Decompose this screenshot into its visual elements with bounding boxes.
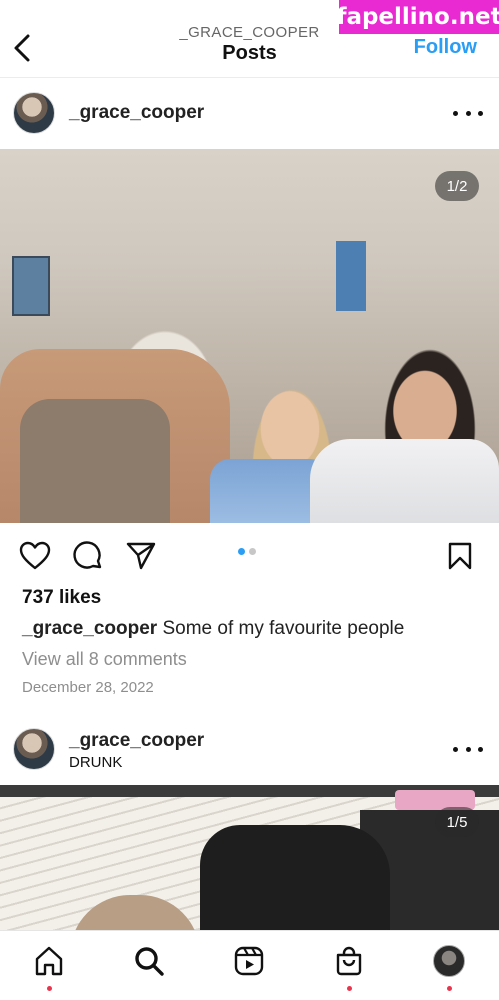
send-icon: [126, 542, 156, 570]
post-actions: [0, 533, 499, 579]
likes-count[interactable]: 737 likes: [22, 587, 101, 609]
photo-subject: [310, 439, 499, 523]
view-comments-link[interactable]: View all 8 comments: [22, 649, 187, 670]
carousel-indicator: [238, 548, 256, 555]
heart-icon: [19, 541, 51, 570]
post-image[interactable]: 1/2: [0, 149, 499, 523]
post-header: _grace_cooper: [0, 82, 499, 144]
post-location[interactable]: DRUNK: [69, 754, 122, 771]
post-header: _grace_cooper DRUNK: [0, 718, 499, 780]
notification-dot: [47, 986, 52, 991]
carousel-dot: [238, 548, 245, 555]
photo-subject: [20, 399, 170, 523]
more-options-button[interactable]: [453, 739, 483, 759]
caption-text: Some of my favourite people: [157, 618, 405, 639]
avatar[interactable]: [13, 728, 55, 770]
more-horizontal-icon: [453, 746, 458, 752]
follow-button[interactable]: Follow: [414, 36, 477, 59]
post-image[interactable]: 1/5: [0, 785, 499, 930]
tab-search[interactable]: [131, 943, 167, 979]
save-button[interactable]: [443, 539, 477, 573]
wall-picture: [336, 241, 366, 311]
post-date: December 28, 2022: [22, 679, 154, 696]
post-username[interactable]: _grace_cooper: [69, 730, 204, 752]
tab-home[interactable]: [31, 943, 67, 979]
notification-dot: [347, 986, 352, 991]
avatar[interactable]: [13, 92, 55, 134]
profile-icon: [433, 945, 465, 977]
post-username[interactable]: _grace_cooper: [69, 102, 204, 124]
carousel-counter: 1/2: [435, 171, 479, 201]
search-icon: [135, 947, 164, 976]
comment-button[interactable]: [71, 539, 105, 573]
reels-icon: [234, 946, 264, 976]
bookmark-icon: [448, 542, 472, 570]
bottom-tab-bar: [0, 930, 499, 1000]
home-icon: [35, 946, 63, 976]
share-button[interactable]: [124, 539, 158, 573]
tab-reels[interactable]: [231, 943, 267, 979]
more-horizontal-icon: [453, 110, 458, 116]
notification-dot: [447, 986, 452, 991]
post-caption: _grace_cooper Some of my favourite peopl…: [22, 618, 404, 640]
more-options-button[interactable]: [453, 103, 483, 123]
shop-icon: [336, 946, 362, 976]
photo-detail: [200, 825, 390, 930]
caption-username[interactable]: _grace_cooper: [22, 618, 157, 639]
watermark: fapellino.net: [336, 0, 499, 34]
wall-picture: [12, 256, 50, 316]
comment-icon: [73, 541, 102, 569]
tab-shop[interactable]: [331, 943, 367, 979]
tab-profile[interactable]: [431, 943, 467, 979]
like-button[interactable]: [18, 539, 52, 573]
carousel-counter: 1/5: [435, 807, 479, 837]
carousel-dot: [249, 548, 256, 555]
